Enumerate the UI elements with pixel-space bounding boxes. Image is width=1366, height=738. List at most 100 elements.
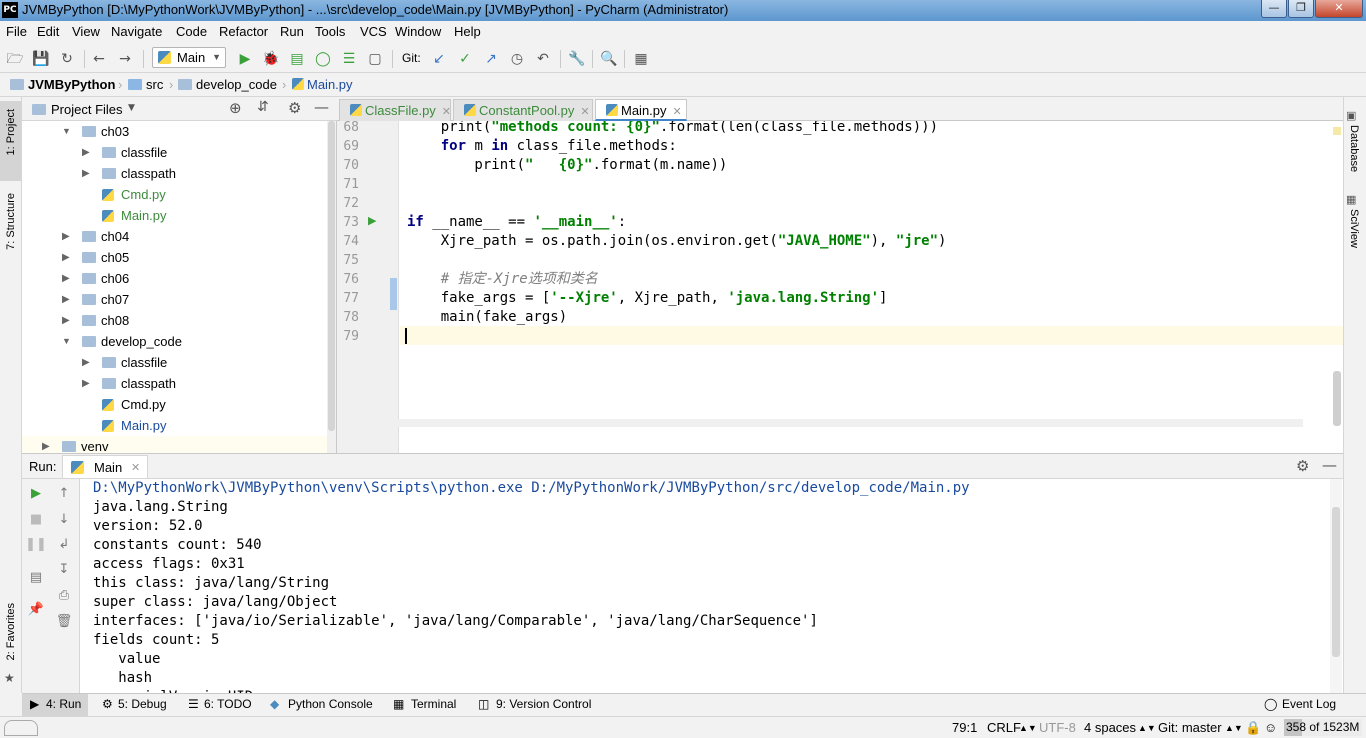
run-coverage-icon[interactable]: ▤ — [288, 50, 306, 68]
pause-icon[interactable]: ❚❚ — [22, 536, 50, 554]
project-tool-button[interactable]: 1: Project — [0, 101, 21, 181]
indent-setting[interactable]: 4 spaces — [1084, 720, 1136, 735]
rollback-icon[interactable]: ↶ — [534, 50, 552, 68]
tree-item[interactable]: ▶ ch07 — [22, 289, 327, 310]
menu-vcs[interactable]: VCS — [360, 24, 387, 39]
run-configuration-dropdown[interactable]: Main ▼ — [152, 47, 226, 68]
tab-main-py[interactable]: Main.py ✕ — [595, 99, 687, 121]
close-tab-icon[interactable]: ✕ — [131, 461, 140, 474]
horizontal-scrollbar[interactable] — [337, 419, 1303, 427]
code-line[interactable]: main(fake_args) — [407, 308, 567, 327]
database-tool-button[interactable]: Database — [1348, 125, 1360, 172]
close-tab-icon[interactable]: ✕ — [442, 106, 451, 118]
tree-item[interactable]: ▶ classpath — [22, 163, 327, 184]
forward-arrow-icon[interactable]: → — [116, 50, 134, 68]
structure-tool-button[interactable]: 7: Structure — [0, 189, 21, 269]
scrollbar-thumb[interactable] — [328, 121, 335, 431]
run-icon[interactable]: ▶ — [236, 50, 254, 68]
inspector-icon[interactable]: ☺ — [1264, 720, 1277, 735]
code-line[interactable]: print(" {0}".format(m.name)) — [407, 156, 727, 175]
chevron-down-icon[interactable]: ▼ — [128, 103, 135, 113]
debug-icon[interactable]: 🐞 — [262, 50, 280, 68]
tree-item[interactable]: ▶ classfile — [22, 142, 327, 163]
toggle-tool-windows-icon[interactable] — [4, 720, 38, 736]
wrench-icon[interactable]: 🔧 — [568, 50, 586, 68]
vertical-scrollbar-thumb[interactable] — [1333, 371, 1341, 426]
breadcrumb-develop-code[interactable]: develop_code — [178, 77, 277, 92]
event-log-button[interactable]: Event Log — [1282, 697, 1336, 711]
tree-item[interactable]: Cmd.py — [22, 184, 327, 205]
tree-item[interactable]: Main.py — [22, 415, 327, 436]
tool-tab-run[interactable]: ▶ 4: Run — [22, 694, 88, 716]
tree-item[interactable]: ▶ ch08 — [22, 310, 327, 331]
menu-refactor[interactable]: Refactor — [219, 24, 268, 39]
soft-wrap-icon[interactable]: ↲ — [50, 536, 78, 554]
scroll-to-end-icon[interactable]: ↧ — [50, 561, 78, 579]
stop-icon[interactable]: ■ — [22, 511, 50, 529]
down-arrow-icon[interactable]: ↓ — [50, 511, 78, 529]
run-gutter-icon[interactable]: ▶ — [368, 214, 376, 227]
concurrency-icon[interactable]: ☰ — [340, 50, 358, 68]
tool-tab-todo[interactable]: 6: TODO — [204, 697, 252, 711]
pin-icon[interactable]: 📌 — [22, 601, 50, 619]
menu-help[interactable]: Help — [454, 24, 481, 39]
run-console-output[interactable]: D:\MyPythonWork\JVMByPython\venv\Scripts… — [80, 479, 1343, 693]
collapse-all-icon[interactable]: ⇵ — [257, 99, 269, 115]
git-branch[interactable]: Git: master — [1158, 720, 1222, 735]
tree-item[interactable]: ▶ ch06 — [22, 268, 327, 289]
caret-position[interactable]: 79:1 — [952, 720, 977, 735]
tool-tab-version-control[interactable]: 9: Version Control — [496, 697, 591, 711]
tree-item[interactable]: ▶ classfile — [22, 352, 327, 373]
code-line[interactable]: if __name__ == '__main__': — [407, 213, 626, 232]
stop-icon[interactable]: ▢ — [366, 50, 384, 68]
code-editor[interactable]: 68 69 70 71 72 73 74 75 76 77 78 79 print("methods … — [337, 121, 1343, 453]
chevron-right-icon[interactable]: ▶ — [82, 142, 90, 163]
code-line[interactable]: Xjre_path = os.path.join(os.environ.get(… — [407, 232, 947, 251]
code-line[interactable]: print("methods count: {0}".format(len(cl… — [407, 121, 938, 137]
line-separator[interactable]: CRLF — [987, 720, 1021, 735]
trash-icon[interactable]: 🗑 — [50, 613, 78, 631]
breadcrumb-src[interactable]: src — [128, 77, 163, 92]
profile-icon[interactable]: ◯ — [314, 50, 332, 68]
tab-classfile-py[interactable]: ClassFile.py ✕ — [339, 99, 451, 121]
tab-constantpool-py[interactable]: ConstantPool.py ✕ — [453, 99, 593, 121]
print-icon[interactable]: ⎙ — [50, 587, 78, 605]
up-arrow-icon[interactable]: ↑ — [50, 485, 78, 503]
code-line[interactable]: for m in class_file.methods: — [407, 137, 677, 156]
menu-code[interactable]: Code — [176, 24, 207, 39]
sync-icon[interactable]: ↻ — [58, 50, 76, 68]
menu-navigate[interactable]: Navigate — [111, 24, 162, 39]
tree-item[interactable]: Cmd.py — [22, 394, 327, 415]
hide-panel-icon[interactable]: — — [1322, 456, 1337, 474]
history-icon[interactable]: ◷ — [508, 50, 526, 68]
chevron-down-icon[interactable]: ▼ — [62, 121, 71, 142]
tree-item[interactable]: ▼ ch03 — [22, 121, 327, 142]
scrollbar-thumb[interactable] — [1332, 507, 1340, 657]
search-icon[interactable]: 🔍 — [600, 50, 618, 68]
tree-item[interactable]: ▶ classpath — [22, 373, 327, 394]
menu-window[interactable]: Window — [395, 24, 441, 39]
git-push-icon[interactable]: ↗ — [482, 50, 500, 68]
menu-view[interactable]: View — [72, 24, 100, 39]
lock-icon[interactable]: 🔒 — [1245, 720, 1261, 736]
gear-icon[interactable]: ⚙ — [288, 99, 301, 117]
run-tab-main[interactable]: Main ✕ — [62, 455, 148, 478]
favorites-tool-button[interactable]: 2: Favorites ★ — [0, 603, 21, 689]
code-line[interactable]: fake_args = ['--Xjre', Xjre_path, 'java.… — [407, 289, 888, 308]
tool-tab-terminal[interactable]: Terminal — [411, 697, 456, 711]
rerun-icon[interactable]: ▶ — [22, 485, 50, 503]
git-update-icon[interactable]: ↙ — [430, 50, 448, 68]
save-icon[interactable]: 💾 — [32, 50, 50, 68]
restore-layout-icon[interactable]: ▤ — [22, 569, 50, 587]
tree-scrollbar[interactable] — [327, 121, 336, 453]
tool-tab-python-console[interactable]: Python Console — [288, 697, 373, 711]
project-structure-icon[interactable]: ▦ — [632, 50, 650, 68]
tree-item[interactable]: ▶ ch05 — [22, 247, 327, 268]
menu-run[interactable]: Run — [280, 24, 304, 39]
project-view-selector[interactable]: Project Files — [51, 102, 123, 117]
minimize-icon[interactable]: — — [1261, 0, 1287, 18]
tree-item[interactable]: Main.py — [22, 205, 327, 226]
tree-item[interactable]: ▼ develop_code — [22, 331, 327, 352]
gear-icon[interactable]: ⚙ — [1296, 457, 1309, 475]
maximize-icon[interactable]: ❐ — [1288, 0, 1314, 18]
